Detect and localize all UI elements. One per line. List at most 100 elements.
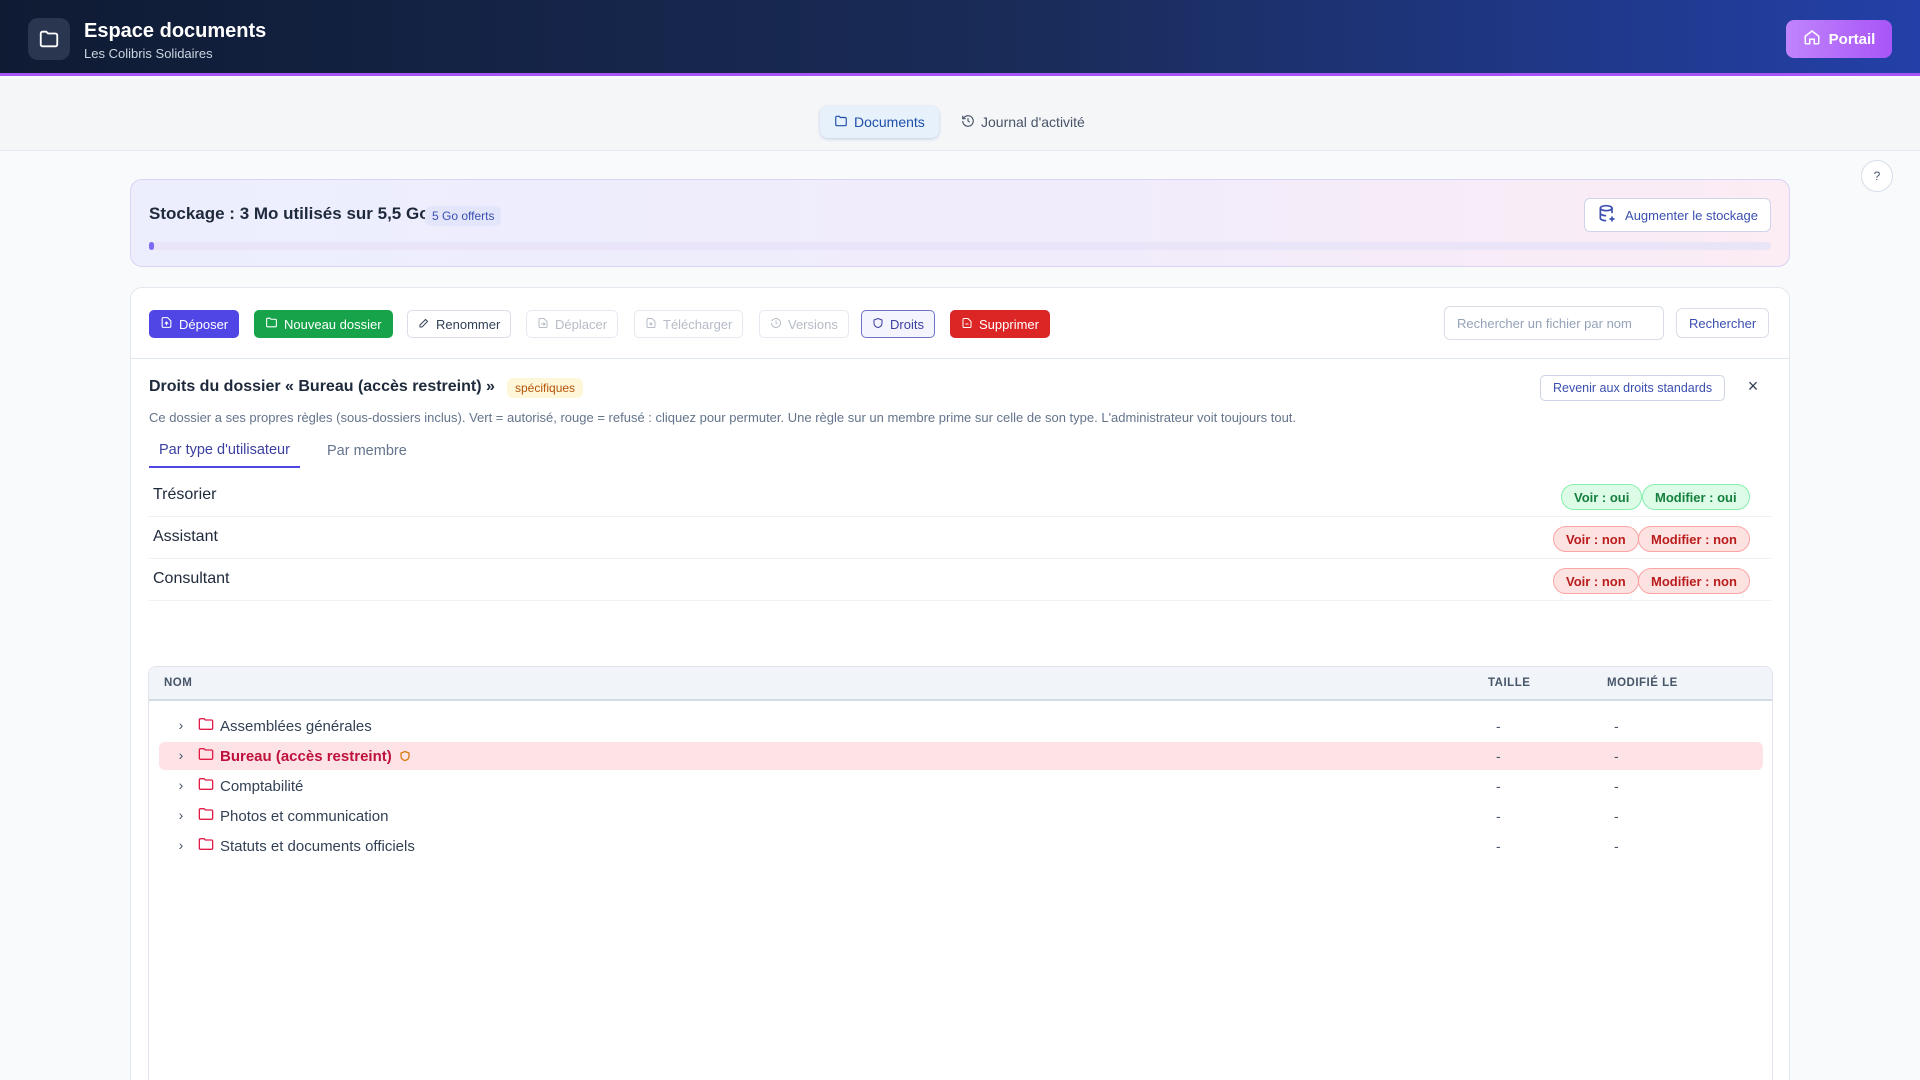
tab-by-member[interactable]: Par membre (317, 434, 417, 468)
file-name: Statuts et documents officiels (220, 838, 415, 855)
folder-icon (198, 807, 216, 823)
history-icon (961, 114, 975, 131)
edit-permission-toggle[interactable]: Modifier : non (1638, 526, 1750, 552)
tab-activity-log[interactable]: Journal d'activité (947, 106, 1099, 138)
table-row[interactable]: › Photos et communication - - (159, 802, 1763, 830)
history-icon (770, 317, 782, 332)
move-icon (537, 317, 549, 332)
portal-label: Portail (1828, 30, 1876, 48)
file-size: - (1496, 838, 1501, 854)
rights-button[interactable]: Droits (861, 310, 935, 338)
view-permission-toggle[interactable]: Voir : non (1553, 526, 1639, 552)
rename-label: Renommer (436, 316, 501, 332)
table-row[interactable]: › Statuts et documents officiels - - (159, 832, 1763, 860)
upload-file-icon (160, 316, 173, 332)
nav-bar: Documents Journal d'activité (0, 79, 1920, 151)
table-row[interactable]: › Comptabilité - - (159, 772, 1763, 800)
storage-progress (149, 242, 1771, 250)
storage-title: Stockage : 3 Mo utilisés sur 5,5 Go (149, 204, 430, 223)
file-modified: - (1614, 748, 1619, 764)
app-header: Espace documents Les Colibris Solidaires… (0, 0, 1920, 76)
file-name: Comptabilité (220, 778, 304, 795)
file-modified: - (1614, 838, 1619, 854)
documents-panel: Déposer Nouveau dossier Renommer Déplace… (130, 287, 1790, 1080)
table-row[interactable]: › Assemblées générales - - (159, 712, 1763, 740)
toolbar: Déposer Nouveau dossier Renommer Déplace… (131, 288, 1789, 359)
help-button[interactable]: ? (1861, 160, 1893, 192)
file-size: - (1496, 748, 1501, 764)
permission-row: Assistant Voir : non Modifier : non (149, 517, 1771, 559)
file-size: - (1496, 718, 1501, 734)
delete-button[interactable]: Supprimer (950, 310, 1050, 338)
column-header-name[interactable]: NOM (164, 677, 192, 689)
chevron-right-icon[interactable]: › (173, 747, 189, 763)
tab-documents-label: Documents (854, 114, 925, 130)
file-size: - (1496, 808, 1501, 824)
versions-button[interactable]: Versions (759, 310, 849, 338)
folder-icon (28, 18, 70, 60)
delete-file-icon (961, 317, 973, 332)
storage-badge: 5 Go offerts (425, 206, 502, 226)
delete-label: Supprimer (979, 316, 1039, 332)
table-row[interactable]: › Bureau (accès restreint) - - (159, 742, 1763, 770)
tab-by-user-type[interactable]: Par type d'utilisateur (149, 434, 300, 468)
permission-role-name: Consultant (153, 570, 230, 587)
new-folder-button[interactable]: Nouveau dossier (254, 310, 393, 338)
folder-icon (198, 777, 216, 793)
folder-icon (198, 837, 216, 853)
search-input[interactable] (1444, 306, 1664, 340)
upload-button[interactable]: Déposer (149, 310, 240, 338)
folder-icon (834, 114, 848, 131)
tab-documents[interactable]: Documents (820, 106, 939, 138)
move-button[interactable]: Déplacer (526, 310, 619, 338)
close-icon[interactable]: × (1743, 376, 1763, 396)
database-plus-icon (1597, 204, 1617, 227)
edit-permission-toggle[interactable]: Modifier : oui (1642, 484, 1750, 510)
folder-icon (198, 747, 216, 763)
rights-badge: spécifiques (507, 378, 584, 398)
file-name: Bureau (accès restreint) (220, 748, 392, 765)
file-name: Photos et communication (220, 808, 389, 825)
download-label: Télécharger (663, 316, 733, 332)
file-modified: - (1614, 778, 1619, 794)
file-modified: - (1614, 808, 1619, 824)
home-icon (1803, 28, 1821, 50)
revert-rights-button[interactable]: Revenir aux droits standards (1540, 375, 1726, 401)
increase-storage-button[interactable]: Augmenter le stockage (1584, 198, 1771, 232)
tab-activity-label: Journal d'activité (981, 114, 1085, 130)
permission-row: Consultant Voir : non Modifier : non (149, 559, 1771, 601)
portal-button[interactable]: Portail (1786, 20, 1892, 58)
shield-icon (872, 317, 884, 332)
view-permission-toggle[interactable]: Voir : non (1553, 568, 1639, 594)
permission-role-name: Assistant (153, 528, 218, 545)
column-header-modified[interactable]: MODIFIÉ LE (1607, 677, 1678, 689)
table-header: NOM TAILLE MODIFIÉ LE (149, 667, 1772, 701)
move-label: Déplacer (555, 316, 608, 332)
folder-icon (265, 316, 278, 332)
shield-icon (399, 749, 413, 763)
column-header-size[interactable]: TAILLE (1488, 677, 1530, 689)
rename-button[interactable]: Renommer (407, 310, 512, 338)
storage-card: Stockage : 3 Mo utilisés sur 5,5 Go 5 Go… (130, 179, 1790, 267)
file-modified: - (1614, 718, 1619, 734)
app-title: Espace documents (84, 20, 267, 42)
rights-label: Droits (890, 316, 924, 332)
edit-permission-toggle[interactable]: Modifier : non (1638, 568, 1750, 594)
permission-row: Trésorier Voir : oui Modifier : oui (149, 475, 1771, 517)
app-subtitle: Les Colibris Solidaires (84, 46, 213, 61)
chevron-right-icon[interactable]: › (173, 717, 189, 733)
download-button[interactable]: Télécharger (634, 310, 744, 338)
search-button[interactable]: Rechercher (1676, 308, 1770, 338)
file-size: - (1496, 778, 1501, 794)
download-icon (645, 317, 657, 332)
chevron-right-icon[interactable]: › (173, 777, 189, 793)
folder-icon (198, 717, 216, 733)
pencil-icon (418, 317, 430, 332)
chevron-right-icon[interactable]: › (173, 807, 189, 823)
upload-label: Déposer (179, 316, 229, 332)
new-folder-label: Nouveau dossier (284, 316, 382, 332)
rights-description: Ce dossier a ses propres règles (sous-do… (149, 410, 1297, 425)
file-name: Assemblées générales (220, 718, 372, 735)
view-permission-toggle[interactable]: Voir : oui (1561, 484, 1643, 510)
chevron-right-icon[interactable]: › (173, 837, 189, 853)
